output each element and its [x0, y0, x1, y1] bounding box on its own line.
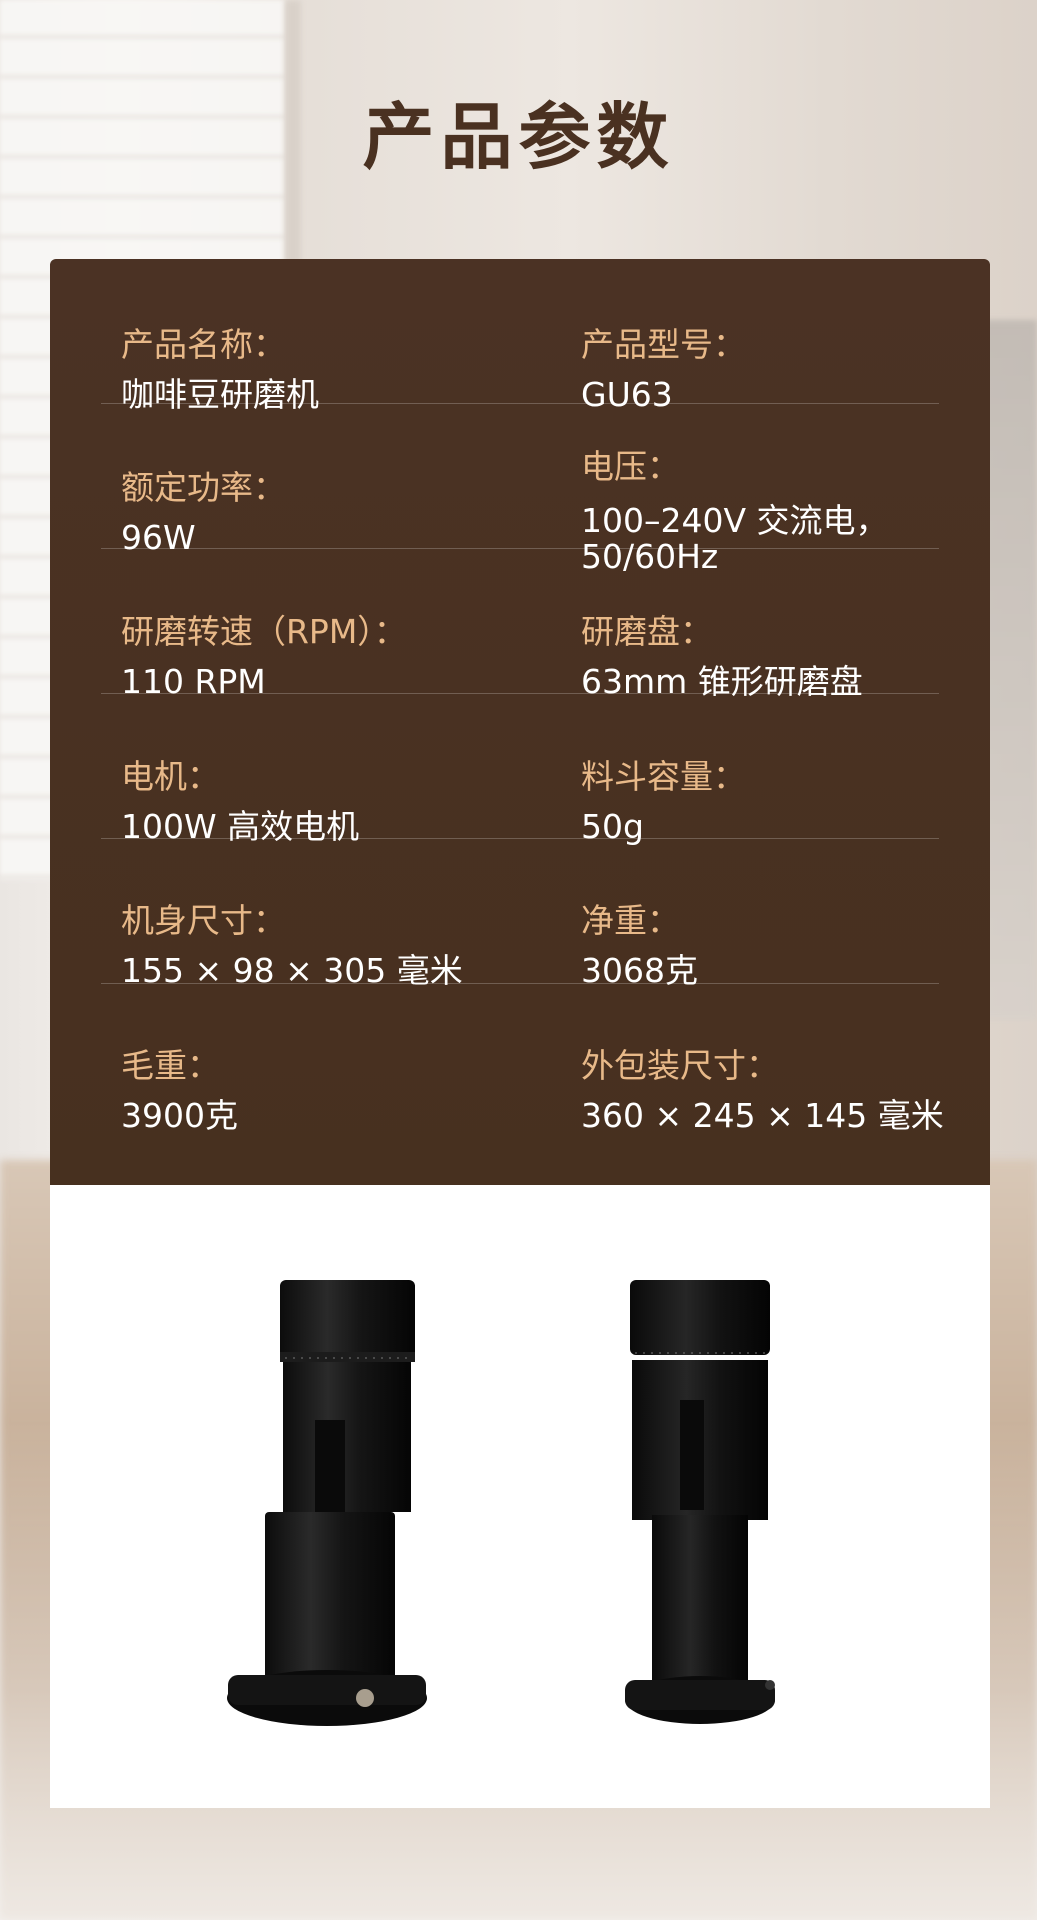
- spec-label: 额定功率：: [121, 468, 286, 507]
- spec-label: 机身尺寸：: [121, 901, 286, 940]
- spec-label: 料斗容量：: [581, 757, 746, 796]
- spec-cell-burr: 研磨盘： 63mm 锥形研磨盘: [581, 549, 941, 701]
- spec-label: 研磨转速（RPM）：: [121, 612, 407, 651]
- spec-row: 毛重： 3900克 外包装尺寸： 360 × 245 × 145 毫米: [101, 984, 944, 1135]
- spec-cell-rpm: 研磨转速（RPM）： 110 RPM: [121, 549, 561, 701]
- spec-label: 外包装尺寸：: [581, 1046, 779, 1085]
- spec-label: 毛重：: [121, 1046, 220, 1085]
- spec-label: 电机：: [121, 757, 220, 796]
- spec-value: 3900克: [121, 1096, 238, 1135]
- spec-row: 额定功率： 96W 电压： 100–240V 交流电， 50/60Hz: [101, 404, 941, 576]
- spec-label: 产品型号：: [581, 325, 746, 364]
- spec-row: 电机： 100W 高效电机 料斗容量： 50g: [101, 694, 941, 846]
- spec-value: 360 × 245 × 145 毫米: [581, 1096, 944, 1135]
- spec-label: 研磨盘：: [581, 612, 713, 651]
- spec-row: 机身尺寸： 155 × 98 × 305 毫米 净重： 3068克: [101, 839, 941, 990]
- spec-cell-model: 产品型号： GU63: [581, 259, 941, 414]
- spec-row: 研磨转速（RPM）： 110 RPM 研磨盘： 63mm 锥形研磨盘: [101, 549, 941, 701]
- spec-row: 产品名称： 咖啡豆研磨机 产品型号： GU63: [101, 259, 941, 414]
- page-title: 产品参数: [362, 95, 675, 179]
- spec-cell-product-name: 产品名称： 咖啡豆研磨机: [121, 259, 561, 414]
- spec-cell-package-size: 外包装尺寸： 360 × 245 × 145 毫米: [581, 984, 944, 1135]
- spec-cell-net-weight: 净重： 3068克: [581, 839, 941, 990]
- spec-label: 产品名称：: [121, 325, 286, 364]
- spec-cell-motor: 电机： 100W 高效电机: [121, 694, 561, 846]
- spec-table: 产品名称： 咖啡豆研磨机 产品型号： GU63 额定功率： 96W 电压： 10…: [50, 259, 990, 1185]
- spec-cell-voltage: 电压： 100–240V 交流电， 50/60Hz: [581, 404, 941, 576]
- spec-cell-rated-power: 额定功率： 96W: [121, 404, 561, 557]
- spec-cell-hopper: 料斗容量： 50g: [581, 694, 941, 846]
- product-image-panel: [50, 1185, 990, 1808]
- product-image-grinder-with-cup: [227, 1280, 427, 1726]
- spec-label: 净重：: [581, 901, 680, 940]
- spec-value: 100–240V 交流电，: [581, 501, 889, 540]
- product-image-grinder: [625, 1280, 775, 1724]
- spec-cell-gross-weight: 毛重： 3900克: [121, 984, 561, 1135]
- spec-label: 电压：: [581, 447, 680, 486]
- spec-cell-dimensions: 机身尺寸： 155 × 98 × 305 毫米: [121, 839, 561, 990]
